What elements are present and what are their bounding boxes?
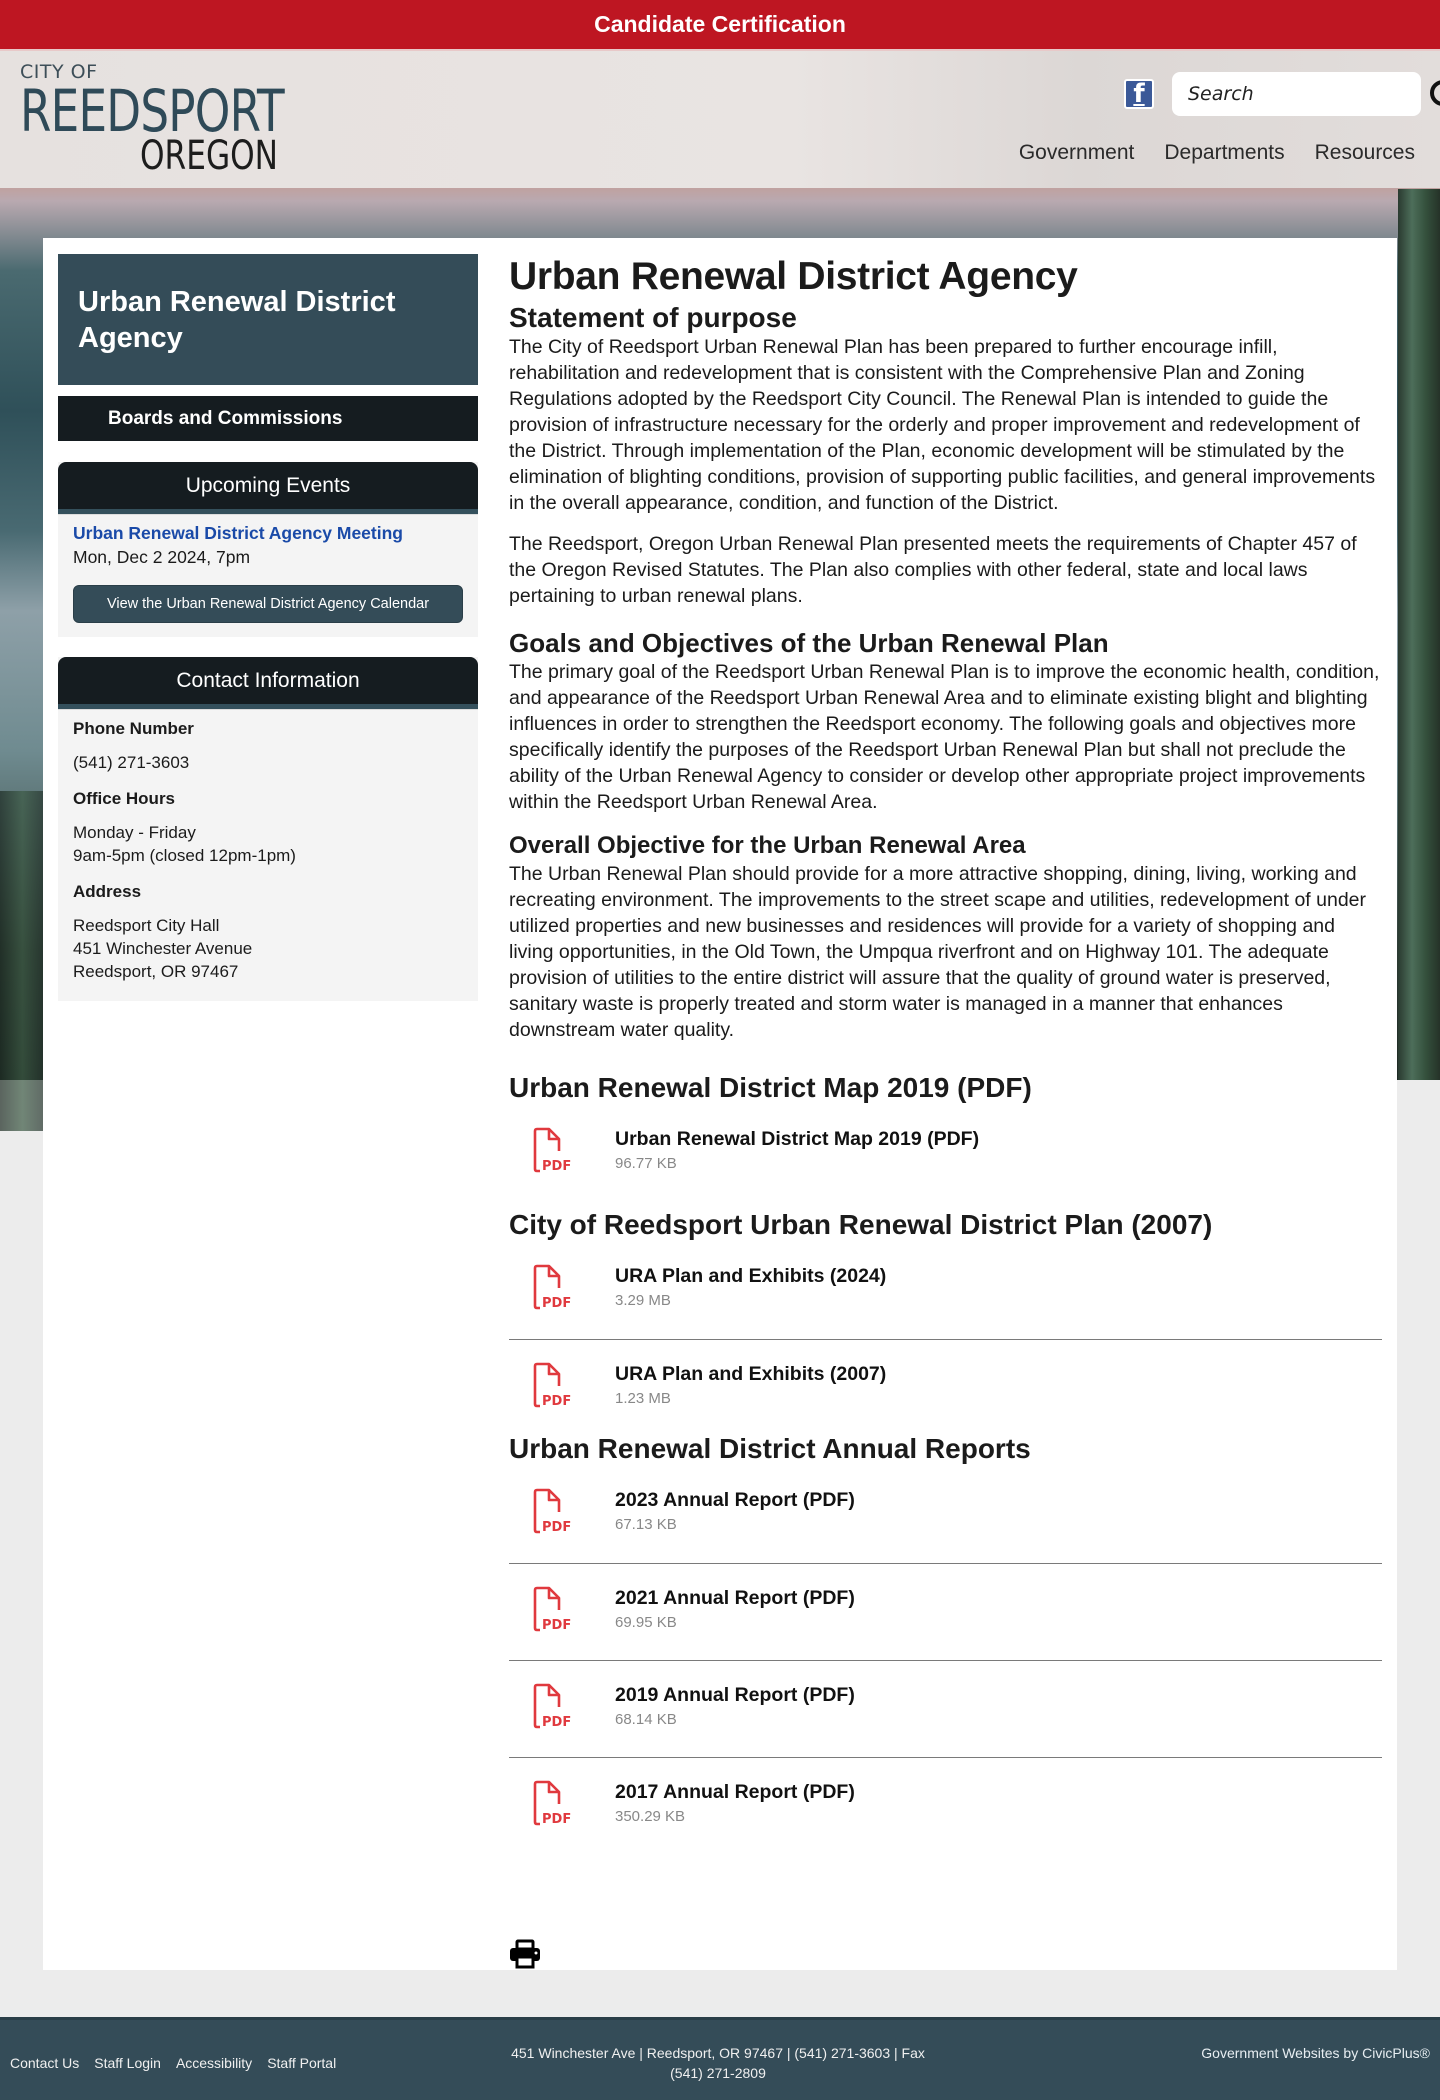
contact-information-heading: Contact Information (58, 657, 478, 709)
pdf-file-icon: PDF (531, 1264, 575, 1311)
site-footer: Contact Us Staff Login Accessibility Sta… (0, 2017, 1440, 2100)
document-item: PDF URA Plan and Exhibits (2024) 3.29 MB (509, 1264, 1382, 1339)
pdf-file-icon: PDF (531, 1362, 575, 1409)
phone-value: (541) 271-3603 (73, 753, 190, 772)
svg-text:PDF: PDF (542, 1296, 571, 1310)
document-size: 67.13 KB (615, 1516, 677, 1533)
document-item: PDF 2019 Annual Report (PDF) 68.14 KB (509, 1660, 1382, 1757)
logo-reedsport: REEDSPORT (20, 77, 285, 145)
search-box (1172, 72, 1440, 116)
pdf-file-icon: PDF (531, 1488, 575, 1535)
document-link[interactable]: 2023 Annual Report (PDF) (615, 1488, 855, 1512)
search-input[interactable] (1188, 83, 1429, 105)
facebook-icon[interactable]: f (1124, 79, 1154, 109)
document-size: 68.14 KB (615, 1711, 677, 1728)
purpose-heading: Statement of purpose (509, 302, 797, 333)
footer-links: Contact Us Staff Login Accessibility Sta… (10, 2055, 336, 2071)
office-hours-times: 9am-5pm (closed 12pm-1pm) (73, 846, 296, 865)
phone-label: Phone Number (73, 719, 194, 738)
city-logo[interactable]: CITY OF REEDSPORT OREGON (20, 61, 358, 179)
main-nav: Government Departments Resources (1004, 141, 1430, 165)
document-link[interactable]: Urban Renewal District Map 2019 (PDF) (615, 1127, 979, 1151)
svg-text:PDF: PDF (542, 1812, 571, 1826)
sidebar-title: Urban Renewal District Agency (58, 254, 478, 385)
upcoming-events-heading: Upcoming Events (58, 462, 478, 514)
svg-text:PDF: PDF (542, 1520, 571, 1534)
address-line-2: 451 Winchester Avenue (73, 939, 253, 958)
sidebar-item-boards-and-commissions[interactable]: Boards and Commissions (58, 396, 478, 441)
footer-link-staff-portal[interactable]: Staff Portal (267, 2055, 336, 2071)
office-hours-label: Office Hours (73, 789, 176, 808)
document-link[interactable]: URA Plan and Exhibits (2024) (615, 1264, 886, 1288)
purpose-paragraph-1: The City of Reedsport Urban Renewal Plan… (509, 336, 1376, 514)
footer-link-staff-login[interactable]: Staff Login (94, 2055, 161, 2071)
address-line-1: Reedsport City Hall (73, 916, 220, 935)
main-content: Urban Renewal District Agency Statement … (509, 254, 1382, 1969)
document-size: 350.29 KB (615, 1808, 686, 1825)
office-hours-days: Monday - Friday (73, 823, 196, 842)
event-date: Mon, Dec 2 2024, 7pm (73, 547, 251, 567)
event-link[interactable]: Urban Renewal District Agency Meeting (73, 521, 463, 545)
document-link[interactable]: 2019 Annual Report (PDF) (615, 1683, 855, 1707)
doc-section-heading: City of Reedsport Urban Renewal District… (509, 1209, 1213, 1240)
document-link[interactable]: URA Plan and Exhibits (2007) (615, 1362, 886, 1386)
document-list: PDF URA Plan and Exhibits (2024) 3.29 MB… (509, 1264, 1382, 1436)
pdf-file-icon: PDF (531, 1127, 575, 1174)
doc-section-heading: Urban Renewal District Map 2019 (PDF) (509, 1072, 1032, 1103)
footer-link-contact-us[interactable]: Contact Us (10, 2055, 79, 2071)
alert-bar: Candidate Certification (0, 0, 1440, 51)
svg-text:PDF: PDF (542, 1394, 571, 1408)
goals-heading: Goals and Objectives of the Urban Renewa… (509, 628, 1109, 658)
nav-item-government[interactable]: Government (1004, 141, 1150, 165)
page-title: Urban Renewal District Agency (509, 255, 1078, 298)
objective-paragraph: The Urban Renewal Plan should provide fo… (509, 863, 1367, 1041)
document-size: 3.29 MB (615, 1292, 671, 1309)
print-icon[interactable] (509, 1938, 541, 1970)
address-line-3: Reedsport, OR 97467 (73, 962, 239, 981)
document-item: PDF 2021 Annual Report (PDF) 69.95 KB (509, 1563, 1382, 1660)
document-list: PDF 2023 Annual Report (PDF) 67.13 KB PD… (509, 1488, 1382, 1854)
pdf-file-icon: PDF (531, 1683, 575, 1730)
footer-link-accessibility[interactable]: Accessibility (176, 2055, 252, 2071)
nav-item-departments[interactable]: Departments (1149, 141, 1299, 165)
objective-heading: Overall Objective for the Urban Renewal … (509, 832, 1026, 859)
purpose-paragraph-2: The Reedsport, Oregon Urban Renewal Plan… (509, 533, 1357, 607)
content-box: Urban Renewal District Agency Boards and… (43, 238, 1397, 1970)
goals-paragraph: The primary goal of the Reedsport Urban … (509, 661, 1380, 813)
document-size: 96.77 KB (615, 1155, 677, 1172)
pdf-file-icon: PDF (531, 1586, 575, 1633)
view-calendar-button[interactable]: View the Urban Renewal District Agency C… (73, 585, 463, 623)
logo-oregon: OREGON (140, 133, 279, 179)
svg-text:PDF: PDF (542, 1159, 571, 1173)
sidebar: Urban Renewal District Agency Boards and… (58, 254, 478, 1001)
footer-civicplus-link[interactable]: Government Websites by CivicPlus® (1201, 2045, 1430, 2061)
svg-text:PDF: PDF (542, 1715, 571, 1729)
document-list: PDF Urban Renewal District Map 2019 (PDF… (509, 1127, 1382, 1202)
document-item: PDF 2023 Annual Report (PDF) 67.13 KB (509, 1488, 1382, 1563)
site-header: CITY OF REEDSPORT OREGON f Government De… (0, 51, 1440, 188)
document-item: PDF Urban Renewal District Map 2019 (PDF… (509, 1127, 1382, 1202)
upcoming-events-widget: Upcoming Events Urban Renewal District A… (58, 462, 478, 637)
footer-address: 451 Winchester Ave | Reedsport, OR 97467… (511, 2045, 925, 2081)
document-size: 1.23 MB (615, 1390, 671, 1407)
document-item: PDF URA Plan and Exhibits (2007) 1.23 MB (509, 1339, 1382, 1436)
address-label: Address (73, 882, 142, 901)
pdf-file-icon: PDF (531, 1780, 575, 1827)
hero-tree-foliage (0, 791, 45, 1131)
doc-section-heading: Urban Renewal District Annual Reports (509, 1433, 1031, 1464)
document-size: 69.95 KB (615, 1614, 677, 1631)
document-link[interactable]: 2017 Annual Report (PDF) (615, 1780, 855, 1804)
document-link[interactable]: 2021 Annual Report (PDF) (615, 1586, 855, 1610)
document-item: PDF 2017 Annual Report (PDF) 350.29 KB (509, 1757, 1382, 1854)
contact-information-widget: Contact Information Phone Number (541) 2… (58, 657, 478, 1001)
svg-text:PDF: PDF (542, 1618, 571, 1632)
nav-item-resources[interactable]: Resources (1300, 141, 1430, 165)
alert-link-candidate-certification[interactable]: Candidate Certification (594, 11, 846, 38)
